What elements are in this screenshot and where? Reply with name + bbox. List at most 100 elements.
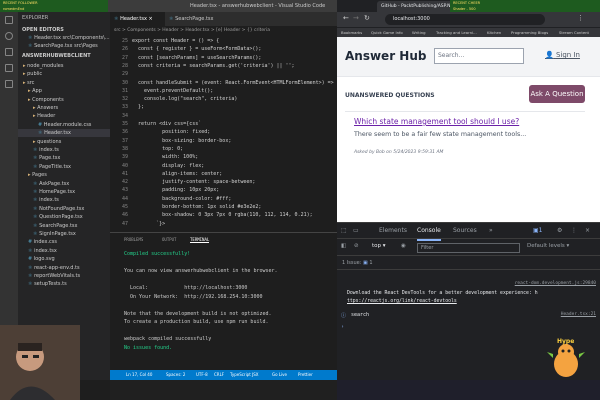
search-icon[interactable] <box>5 32 13 40</box>
tree-file[interactable]: ⚛ react-app-env.d.ts <box>18 264 110 272</box>
tree-file[interactable]: ⚛ QuestionPage.tsx <box>18 213 110 221</box>
tree-folder[interactable]: ▸ questions <box>18 138 110 146</box>
issues-bar[interactable]: 1 Issue: ▣ 1 <box>337 257 600 270</box>
tree-folder[interactable]: ▸ App <box>18 87 110 95</box>
code-line[interactable]: `}> <box>132 221 165 227</box>
tree-file[interactable]: ⚛ reportWebVitals.ts <box>18 272 110 280</box>
code-line[interactable]: padding: 10px 20px; <box>132 187 219 193</box>
tree-folder[interactable]: ▸ Answers <box>18 104 110 112</box>
tree-file[interactable]: ⚛ index.tsx <box>18 247 110 255</box>
code-editor[interactable]: 25 export const Header = () => {26 const … <box>110 36 337 232</box>
extensions-icon[interactable] <box>5 80 13 88</box>
encoding[interactable]: UTF-8 <box>196 370 208 380</box>
tree-file[interactable]: ⚛ setupTests.ts <box>18 280 110 288</box>
tree-folder[interactable]: ▸ public <box>18 70 110 78</box>
tree-folder[interactable]: ▸ Pages <box>18 171 110 179</box>
more-tabs-icon[interactable]: » <box>489 223 493 239</box>
issues-badge[interactable]: ▣ 1 <box>533 223 543 239</box>
tab-searchpage-tsx[interactable]: ⚛ SearchPage.tsx <box>165 12 229 26</box>
devtools-link[interactable]: ttps://reactjs.org/link/react-devtools <box>347 299 457 304</box>
tree-file[interactable]: # logo.svg <box>18 255 110 263</box>
ask-question-button[interactable]: Ask A Question <box>529 85 585 103</box>
signin-link[interactable]: 👤 Sign In <box>545 51 580 59</box>
console-filter[interactable]: Filter <box>417 243 520 253</box>
tree-file[interactable]: ⚛ AskPage.tsx <box>18 180 110 188</box>
close-icon[interactable]: × <box>149 16 153 22</box>
sidebar-icon[interactable]: ◧ <box>341 243 346 249</box>
reload-icon[interactable]: ↻ <box>364 14 370 22</box>
open-editor-item[interactable]: ⚛ Header.tsx src\Components\... <box>18 34 110 42</box>
tree-file[interactable]: ⚛ SignInPage.tsx <box>18 230 110 238</box>
tree-file[interactable]: # index.css <box>18 238 110 246</box>
tree-folder[interactable]: ▸ Header <box>18 112 110 120</box>
code-line[interactable]: align-items: center; <box>132 171 222 177</box>
run-debug-icon[interactable] <box>5 64 13 72</box>
go-live-button[interactable]: Go Live <box>272 370 287 380</box>
terminal-panel[interactable]: PROBLEMS OUTPUT TERMINAL Compiled succes… <box>110 232 337 370</box>
context-select[interactable]: top ▾ <box>372 243 386 249</box>
tree-file[interactable]: ⚛ PageTitle.tsx <box>18 163 110 171</box>
code-line[interactable]: }; <box>132 104 144 110</box>
more-icon[interactable]: ⋮ <box>571 223 577 239</box>
tree-folder[interactable]: ▸ src <box>18 79 110 87</box>
code-line[interactable]: border-bottom: 1px solid #e3e2e2; <box>132 204 261 210</box>
open-editors-header[interactable]: OPEN EDITORS <box>18 26 110 34</box>
log-source-link[interactable]: Header.tsx:21 <box>561 312 596 317</box>
question-title-link[interactable]: Which state management tool should I use… <box>354 117 519 126</box>
log-source-link[interactable]: react-dom.development.js:29840 <box>515 281 596 286</box>
close-icon[interactable]: × <box>585 223 590 239</box>
language-mode[interactable]: TypeScript JSX <box>230 370 259 380</box>
open-editor-item[interactable]: ⚛ SearchPage.tsx src\Pages <box>18 42 110 50</box>
search-input[interactable]: Search... <box>434 48 524 64</box>
menu-icon[interactable]: ⋮ <box>577 14 584 22</box>
code-line[interactable]: const { register } = useForm<FormData>()… <box>132 46 261 52</box>
tree-file[interactable]: ⚛ Header.tsx <box>18 129 110 138</box>
tab-console[interactable]: Console <box>417 223 441 241</box>
tab-header-tsx[interactable]: ⚛ Header.tsx × <box>110 12 165 26</box>
code-line[interactable]: event.preventDefault(); <box>132 88 213 94</box>
inspect-icon[interactable]: ⬚ <box>341 223 347 239</box>
eye-icon[interactable]: ◉ <box>401 243 406 249</box>
code-line[interactable]: position: fixed; <box>132 129 210 135</box>
code-line[interactable]: box-sizing: border-box; <box>132 138 231 144</box>
tree-file[interactable]: ⚛ SearchPage.tsx <box>18 222 110 230</box>
device-icon[interactable]: ▭ <box>353 223 359 239</box>
levels-select[interactable]: Default levels ▾ <box>527 243 569 249</box>
code-line[interactable]: const handleSubmit = (event: React.FormE… <box>132 80 337 86</box>
code-line[interactable]: const [searchParams] = useSearchParams()… <box>132 55 261 61</box>
files-icon[interactable] <box>5 16 13 24</box>
indentation[interactable]: Spaces: 2 <box>166 370 185 380</box>
tree-file[interactable]: ⚛ NotFoundPage.tsx <box>18 205 110 213</box>
tree-file[interactable]: # Header.module.css <box>18 121 110 129</box>
code-line[interactable]: export const Header = () => { <box>132 38 219 44</box>
tree-file[interactable]: ⚛ index.ts <box>18 146 110 154</box>
project-header[interactable]: ANSWERHUBWEBCLIENT <box>18 52 110 60</box>
tab-problems[interactable]: PROBLEMS <box>124 237 143 242</box>
code-line[interactable]: const criteria = searchParams.get('crite… <box>132 63 295 69</box>
address-bar[interactable]: localhost:3000 <box>385 14 545 25</box>
code-line[interactable]: console.log("search", criteria) <box>132 96 237 102</box>
code-line[interactable]: return <div css={css` <box>132 121 201 127</box>
tab-elements[interactable]: Elements <box>379 223 407 239</box>
tab-sources[interactable]: Sources <box>453 223 477 239</box>
code-line[interactable]: top: 0; <box>132 146 183 152</box>
tab-terminal[interactable]: TERMINAL <box>190 237 210 243</box>
cursor-position[interactable]: Ln 17, Col 40 <box>126 370 152 380</box>
app-logo[interactable]: Answer Hub <box>345 49 426 63</box>
code-line[interactable]: width: 100%; <box>132 154 198 160</box>
source-control-icon[interactable] <box>5 48 13 56</box>
back-icon[interactable]: ← <box>343 14 349 22</box>
forward-icon[interactable]: → <box>353 14 359 22</box>
tab-output[interactable]: OUTPUT <box>162 237 176 242</box>
tree-file[interactable]: ⚛ Page.tsx <box>18 154 110 162</box>
tree-file[interactable]: ⚛ HomePage.tsx <box>18 188 110 196</box>
prettier-status[interactable]: Prettier <box>298 370 313 380</box>
code-line[interactable]: justify-content: space-between; <box>132 179 255 185</box>
eol[interactable]: CRLF <box>214 370 224 380</box>
settings-icon[interactable]: ⚙ <box>557 223 562 239</box>
tree-folder[interactable]: ▸ node_modules <box>18 62 110 70</box>
code-line[interactable]: display: flex; <box>132 163 204 169</box>
breadcrumb[interactable]: src > Components > Header > Header.tsx >… <box>110 26 337 36</box>
tree-folder[interactable]: ▸ Components <box>18 96 110 104</box>
clear-console-icon[interactable]: ⊘ <box>354 243 359 249</box>
